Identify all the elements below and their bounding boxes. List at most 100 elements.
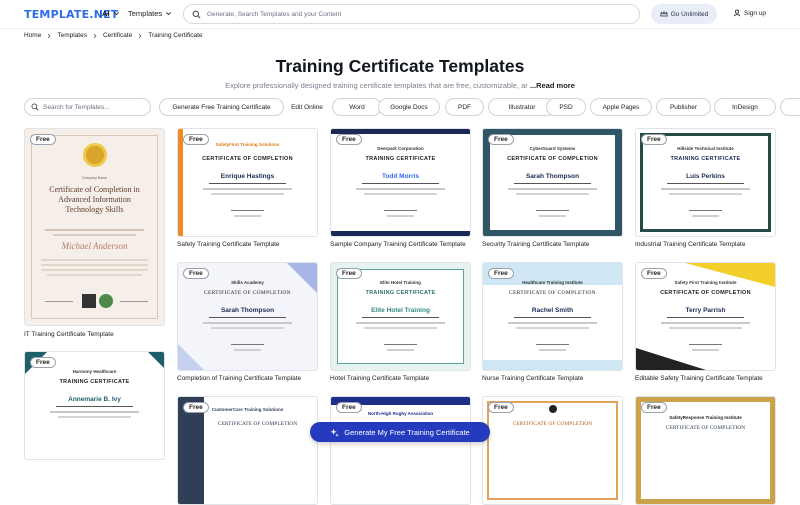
certificate-title: TRAINING CERTIFICATE (365, 155, 436, 162)
free-badge: Free (641, 268, 667, 279)
template-thumbnail[interactable]: Free CyberGuard Systems CERTIFICATE OF C… (482, 128, 623, 237)
certificate-institution: CyberGuard Systems (529, 146, 576, 152)
template-card[interactable]: Free CERTIFICATE OF COMPLETION (482, 396, 623, 505)
generate-certificate-label: Generate My Free Training Certificate (344, 427, 470, 437)
certificate-recipient: Sarah Thompson (220, 306, 275, 314)
free-badge: Free (336, 402, 362, 413)
page-subtitle: Explore professionally designed training… (0, 81, 800, 90)
templates-dropdown[interactable]: Templates (128, 9, 172, 18)
template-thumbnail[interactable]: Free Elite Hotel Training TRAINING CERTI… (330, 262, 471, 371)
free-badge: Free (183, 134, 209, 145)
user-icon (733, 9, 741, 17)
sign-up-button[interactable]: Sign up (733, 9, 766, 17)
certificate-title: CERTIFICATE OF COMPLETION (204, 289, 291, 296)
template-thumbnail[interactable]: Free Safety First Training Institute CER… (635, 262, 776, 371)
template-title[interactable]: Hotel Training Certificate Template (330, 375, 429, 382)
certificate-institution: SafetyResponse Training Institute (669, 415, 742, 420)
template-card[interactable]: Free Elite Hotel Training TRAINING CERTI… (330, 262, 471, 384)
certificate-recipient: Michael Anderson (61, 241, 128, 251)
free-badge: Free (30, 357, 56, 368)
template-card[interactable]: Free SafetyFirst Training Solutions CERT… (177, 128, 318, 250)
go-unlimited-button[interactable]: Go Unlimited (651, 4, 717, 24)
template-thumbnail[interactable]: Free Harmony Healthcare TRAINING CERTIFI… (24, 351, 165, 460)
template-thumbnail[interactable]: Free SafetyResponse Training Institute C… (635, 396, 776, 505)
seal-icon (99, 294, 113, 308)
template-thumbnail[interactable]: Free SafetyFirst Training Solutions CERT… (177, 128, 318, 237)
template-thumbnail[interactable]: Free Hillside Technical Institute TRAINI… (635, 128, 776, 237)
template-title[interactable]: Security Training Certificate Template (482, 241, 590, 248)
template-card[interactable]: Free Healthcare Training Institute CERTI… (482, 262, 623, 384)
chip-more[interactable] (780, 98, 800, 116)
template-card[interactable]: Free Deerpark Corporation TRAINING CERTI… (330, 128, 471, 250)
template-card[interactable]: Free Harmony Healthcare TRAINING CERTIFI… (24, 351, 165, 460)
chevron-right-icon (139, 33, 142, 38)
chip-publisher[interactable]: Publisher (656, 98, 711, 116)
template-card[interactable]: Free Skills Academy CERTIFICATE OF COMPL… (177, 262, 318, 384)
template-title[interactable]: Industrial Training Certificate Template (635, 241, 745, 248)
certificate-title: CERTIFICATE OF COMPLETION (509, 289, 596, 296)
template-thumbnail[interactable]: Free Healthcare Training Institute CERTI… (482, 262, 623, 371)
chip-pdf[interactable]: PDF (445, 98, 484, 116)
breadcrumb-certificate[interactable]: Certificate (103, 32, 132, 39)
certificate-recipient: Todd Morris (381, 172, 420, 180)
go-unlimited-label: Go Unlimited (670, 10, 709, 18)
sparkle-icon (330, 428, 339, 437)
template-title[interactable]: Editable Safety Training Certificate Tem… (635, 375, 763, 382)
breadcrumb-templates[interactable]: Templates (57, 32, 87, 39)
free-badge: Free (183, 402, 209, 413)
certificate-institution: Healthcare Training Institute (522, 280, 583, 286)
ai-dropdown[interactable]: AI (102, 9, 120, 18)
template-search-box[interactable] (24, 98, 151, 116)
certificate-institution: Deerpark Corporation (377, 146, 424, 152)
chip-word[interactable]: Word (332, 98, 382, 116)
certificate-title: Certificate of Completion in Advanced In… (49, 185, 140, 214)
search-icon (31, 103, 39, 111)
template-card[interactable]: Free Hillside Technical Institute TRAINI… (635, 128, 776, 250)
free-badge: Free (488, 402, 514, 413)
global-search-bar[interactable] (183, 4, 640, 24)
certificate-recipient: Elite Hotel Training (371, 306, 430, 314)
free-badge: Free (183, 268, 209, 279)
chip-indesign[interactable]: InDesign (714, 98, 776, 116)
template-thumbnail[interactable]: Free CustomerCare Training Solutions CER… (177, 396, 318, 505)
template-card[interactable]: Free CyberGuard Systems CERTIFICATE OF C… (482, 128, 623, 250)
template-thumbnail[interactable]: Free CERTIFICATE OF COMPLETION (482, 396, 623, 505)
subtitle-text: Explore professionally designed training… (225, 81, 528, 90)
read-more-link[interactable]: ...Read more (530, 81, 575, 90)
breadcrumb-home[interactable]: Home (24, 32, 41, 39)
certificate-title: TRAINING CERTIFICATE (670, 155, 741, 162)
free-badge: Free (488, 268, 514, 279)
generate-certificate-button[interactable]: Generate My Free Training Certificate (310, 422, 490, 442)
template-title[interactable]: Safety Training Certificate Template (177, 241, 280, 248)
medal-icon (83, 143, 107, 167)
certificate-institution: Skills Academy (231, 280, 264, 286)
template-title[interactable]: Sample Company Training Certificate Temp… (330, 241, 466, 248)
search-icon (192, 10, 201, 18)
chip-edit-online[interactable]: Edit Online (286, 98, 328, 116)
certificate-recipient: Luis Perkins (686, 172, 725, 180)
template-title[interactable]: IT Training Certificate Template (24, 331, 114, 338)
free-badge: Free (336, 134, 362, 145)
template-thumbnail[interactable]: Free Deerpark Corporation TRAINING CERTI… (330, 128, 471, 237)
template-search-input[interactable] (43, 103, 143, 111)
template-thumbnail[interactable]: Free Company Name Certificate of Complet… (24, 128, 165, 326)
template-card[interactable]: Free SafetyResponse Training Institute C… (635, 396, 776, 505)
chip-psd[interactable]: PSD (546, 98, 586, 116)
template-thumbnail[interactable]: Free North-High Rugby Association (330, 396, 471, 505)
chip-apple-pages[interactable]: Apple Pages (590, 98, 652, 116)
chip-generate-free[interactable]: Generate Free Training Certificate (159, 98, 284, 116)
template-title[interactable]: Completion of Training Certificate Templ… (177, 375, 301, 382)
template-thumbnail[interactable]: Free Skills Academy CERTIFICATE OF COMPL… (177, 262, 318, 371)
certificate-title: CERTIFICATE OF COMPLETION (660, 289, 751, 296)
template-card[interactable]: Free Company Name Certificate of Complet… (24, 128, 165, 343)
template-title[interactable]: Nurse Training Certificate Template (482, 375, 583, 382)
certificate-title: CERTIFICATE OF COMPLETION (217, 421, 298, 427)
global-search-input[interactable] (207, 10, 627, 18)
certificate-title: TRAINING CERTIFICATE (365, 289, 436, 296)
template-card[interactable]: Free CustomerCare Training Solutions CER… (177, 396, 318, 505)
chip-google-docs[interactable]: Google Docs (378, 98, 440, 116)
emblem-icon (549, 405, 557, 413)
template-card[interactable]: Free Safety First Training Institute CER… (635, 262, 776, 384)
ai-dropdown-label: AI (102, 9, 110, 18)
chevron-down-icon (166, 12, 172, 16)
